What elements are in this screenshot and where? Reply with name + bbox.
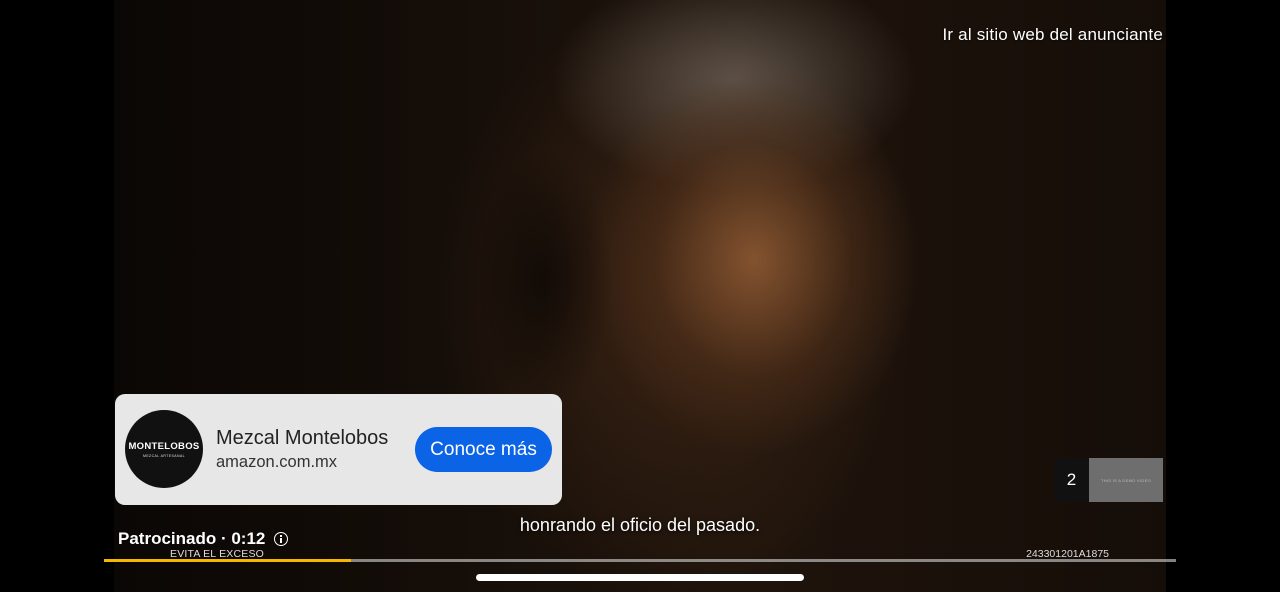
skip-countdown[interactable]: 2 THIS IS A DEMO VIDEO <box>1054 458 1163 502</box>
visit-advertiser-link[interactable]: Ir al sitio web del anunciante <box>942 25 1163 45</box>
learn-more-button[interactable]: Conoce más <box>415 427 552 472</box>
home-indicator[interactable] <box>476 574 804 581</box>
skip-count: 2 <box>1066 470 1077 489</box>
sponsored-label: Patrocinado · 0:12 <box>118 529 266 548</box>
next-video-thumbnail: THIS IS A DEMO VIDEO <box>1089 458 1163 502</box>
advertiser-logo: MONTELOBOS MEZCAL ARTESANAL <box>125 410 203 488</box>
ad-title: Mezcal Montelobos <box>216 427 389 449</box>
logo-tagline-text: MEZCAL ARTESANAL <box>143 453 185 458</box>
logo-brand-text: MONTELOBOS <box>128 440 200 452</box>
ad-card[interactable]: MONTELOBOS MEZCAL ARTESANAL Mezcal Monte… <box>115 394 562 505</box>
progress-bar-fill <box>104 559 351 562</box>
video-player[interactable]: Ir al sitio web del anunciante MONTELOBO… <box>0 0 1280 592</box>
info-icon[interactable] <box>274 532 289 546</box>
sponsored-status: Patrocinado · 0:12 <box>118 529 289 549</box>
ad-domain: amazon.com.mx <box>216 453 338 471</box>
progress-bar[interactable] <box>104 559 1176 562</box>
video-shadow <box>474 150 614 410</box>
